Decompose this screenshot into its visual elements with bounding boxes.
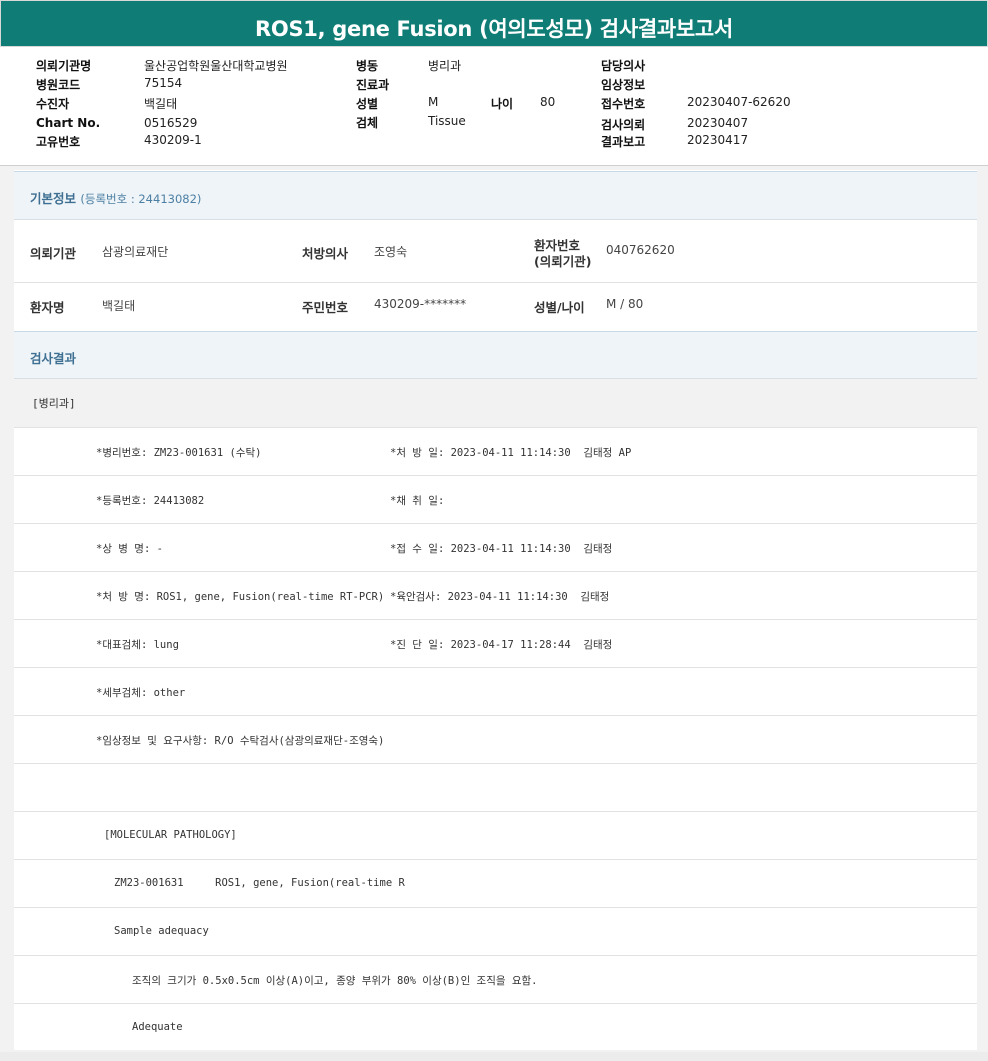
department-row: [병리과] [14, 379, 977, 428]
report-title-bar: ROS1, gene Fusion (여의도성모) 검사결과보고서 [0, 0, 988, 47]
header-value-receipt-no: 20230407-62620 [687, 95, 791, 109]
detailed-specimen: *세부검체: other [96, 687, 186, 699]
header-label-report-date: 결과보고 [601, 135, 646, 149]
basic-info-row-2: 환자명 백길태 주민번호 430209-******* 성별/나이 M / 80 [14, 283, 977, 332]
header-value-specimen: Tissue [428, 114, 466, 128]
header-value-report-date: 20230417 [687, 133, 749, 147]
header-value-sex: M [428, 95, 439, 109]
result-line: ZM23-001631 ROS1, gene, Fusion(real-time… [14, 860, 977, 908]
department-label: [병리과] [32, 397, 76, 410]
result-line: *병리번호: ZM23-001631 (수탁) *처 방 일: 2023-04-… [14, 428, 977, 476]
label-prescribing-doctor: 처방의사 [302, 246, 349, 261]
result-line-empty [14, 764, 977, 812]
basic-info-row-1: 의뢰기관 삼광의료재단 처방의사 조영숙 환자번호 (의뢰기관) 0407626… [14, 220, 977, 283]
label-patient-number-sub: (의뢰기관) [534, 254, 592, 269]
label-resident-number: 주민번호 [302, 300, 349, 315]
header-label-receipt-no: 접수번호 [601, 97, 646, 111]
value-requesting-institution: 삼광의료재단 [102, 245, 169, 259]
label-patient-name: 환자명 [30, 300, 65, 315]
header-label-sex: 성별 [356, 97, 379, 111]
registration-line: *등록번호: 24413082 [96, 495, 205, 507]
report-header: 의뢰기관명 울산공업학원울산대학교병원 병원코드 75154 수진자 백길태 C… [0, 47, 988, 166]
result-line: *등록번호: 24413082 *채 취 일: [14, 476, 977, 524]
header-label-patient: 수진자 [36, 97, 70, 111]
header-value-request-date: 20230407 [687, 116, 749, 130]
results-title: 검사결과 [30, 351, 77, 366]
header-value-unique-no: 430209-1 [144, 133, 202, 147]
header-value-age: 80 [540, 95, 556, 109]
basic-info-section-header: 기본정보 (등록번호 : 24413082) [14, 171, 977, 220]
header-label-specimen: 검체 [356, 116, 379, 130]
header-label-age: 나이 [491, 97, 514, 111]
adequacy-criteria: 조직의 크기가 0.5x0.5cm 이상(A)이고, 종양 부위가 80% 이상… [132, 975, 538, 987]
adequacy-result: Adequate [132, 1021, 183, 1033]
value-patient-number: 040762620 [606, 243, 675, 257]
result-line: *상 병 명: - *접 수 일: 2023-04-11 11:14:30 김태… [14, 524, 977, 572]
header-value-chart-no: 0516529 [144, 116, 198, 130]
result-line: *대표검체: lung *진 단 일: 2023-04-17 11:28:44 … [14, 620, 977, 668]
results-section-header: 검사결과 [14, 331, 977, 379]
header-label-hospital-code: 병원코드 [36, 78, 81, 92]
bottom-strip [0, 1052, 988, 1061]
header-label-chart-no: Chart No. [36, 116, 101, 130]
result-line: Adequate [14, 1004, 977, 1052]
sample-adequacy-title: Sample adequacy [114, 925, 209, 937]
report-title: ROS1, gene Fusion (여의도성모) 검사결과보고서 [255, 17, 733, 41]
header-value-ward: 병리과 [428, 59, 462, 73]
basic-info-title: 기본정보 [30, 191, 77, 206]
header-value-hospital-code: 75154 [144, 76, 183, 90]
value-sex-age: M / 80 [606, 297, 644, 311]
pathology-number: *병리번호: ZM23-001631 (수탁) [96, 447, 262, 459]
clinical-request: *임상정보 및 요구사항: R/O 수탁검사(삼광의료재단-조영숙) [96, 735, 385, 747]
header-label-clinical-info: 임상정보 [601, 78, 646, 92]
result-line: [MOLECULAR PATHOLOGY] [14, 812, 977, 860]
molecular-pathology-title: [MOLECULAR PATHOLOGY] [104, 829, 237, 841]
value-resident-number: 430209-******* [374, 297, 467, 311]
value-patient-name: 백길태 [102, 299, 136, 313]
result-line: *세부검체: other [14, 668, 977, 716]
diagnosis-date: *진 단 일: 2023-04-17 11:28:44 김태정 [390, 639, 613, 651]
collection-date: *채 취 일: [390, 495, 445, 507]
registration-number: (등록번호 : 24413082) [80, 192, 202, 206]
result-line: *처 방 명: ROS1, gene, Fusion(real-time RT-… [14, 572, 977, 620]
prescription-date: *처 방 일: 2023-04-11 11:14:30 김태정 AP [390, 447, 632, 459]
header-label-unique-no: 고유번호 [36, 135, 81, 149]
header-label-department: 진료과 [356, 78, 390, 92]
header-value-patient: 백길태 [144, 97, 178, 111]
label-requesting-institution: 의뢰기관 [30, 246, 77, 261]
header-label-request-date: 검사의뢰 [601, 118, 646, 132]
molecular-test-line: ZM23-001631 ROS1, gene, Fusion(real-time… [114, 877, 405, 889]
prescription-name: *처 방 명: ROS1, gene, Fusion(real-time RT-… [96, 591, 385, 603]
report-body: 기본정보 (등록번호 : 24413082) 의뢰기관 삼광의료재단 처방의사 … [14, 170, 977, 1050]
header-label-physician: 담당의사 [601, 59, 646, 73]
diagnosis-name: *상 병 명: - [96, 543, 163, 555]
header-label-institution: 의뢰기관명 [36, 59, 92, 73]
header-value-institution: 울산공업학원울산대학교병원 [144, 59, 288, 73]
gross-exam-date: *육안검사: 2023-04-11 11:14:30 김태정 [390, 591, 610, 603]
value-prescribing-doctor: 조영숙 [374, 245, 408, 259]
receipt-date: *접 수 일: 2023-04-11 11:14:30 김태정 [390, 543, 613, 555]
label-sex-age: 성별/나이 [534, 300, 585, 315]
result-line: *임상정보 및 요구사항: R/O 수탁검사(삼광의료재단-조영숙) [14, 716, 977, 764]
result-line: Sample adequacy [14, 908, 977, 956]
result-line: 조직의 크기가 0.5x0.5cm 이상(A)이고, 종양 부위가 80% 이상… [14, 956, 977, 1004]
representative-specimen: *대표검체: lung [96, 639, 179, 651]
header-label-ward: 병동 [356, 59, 379, 73]
